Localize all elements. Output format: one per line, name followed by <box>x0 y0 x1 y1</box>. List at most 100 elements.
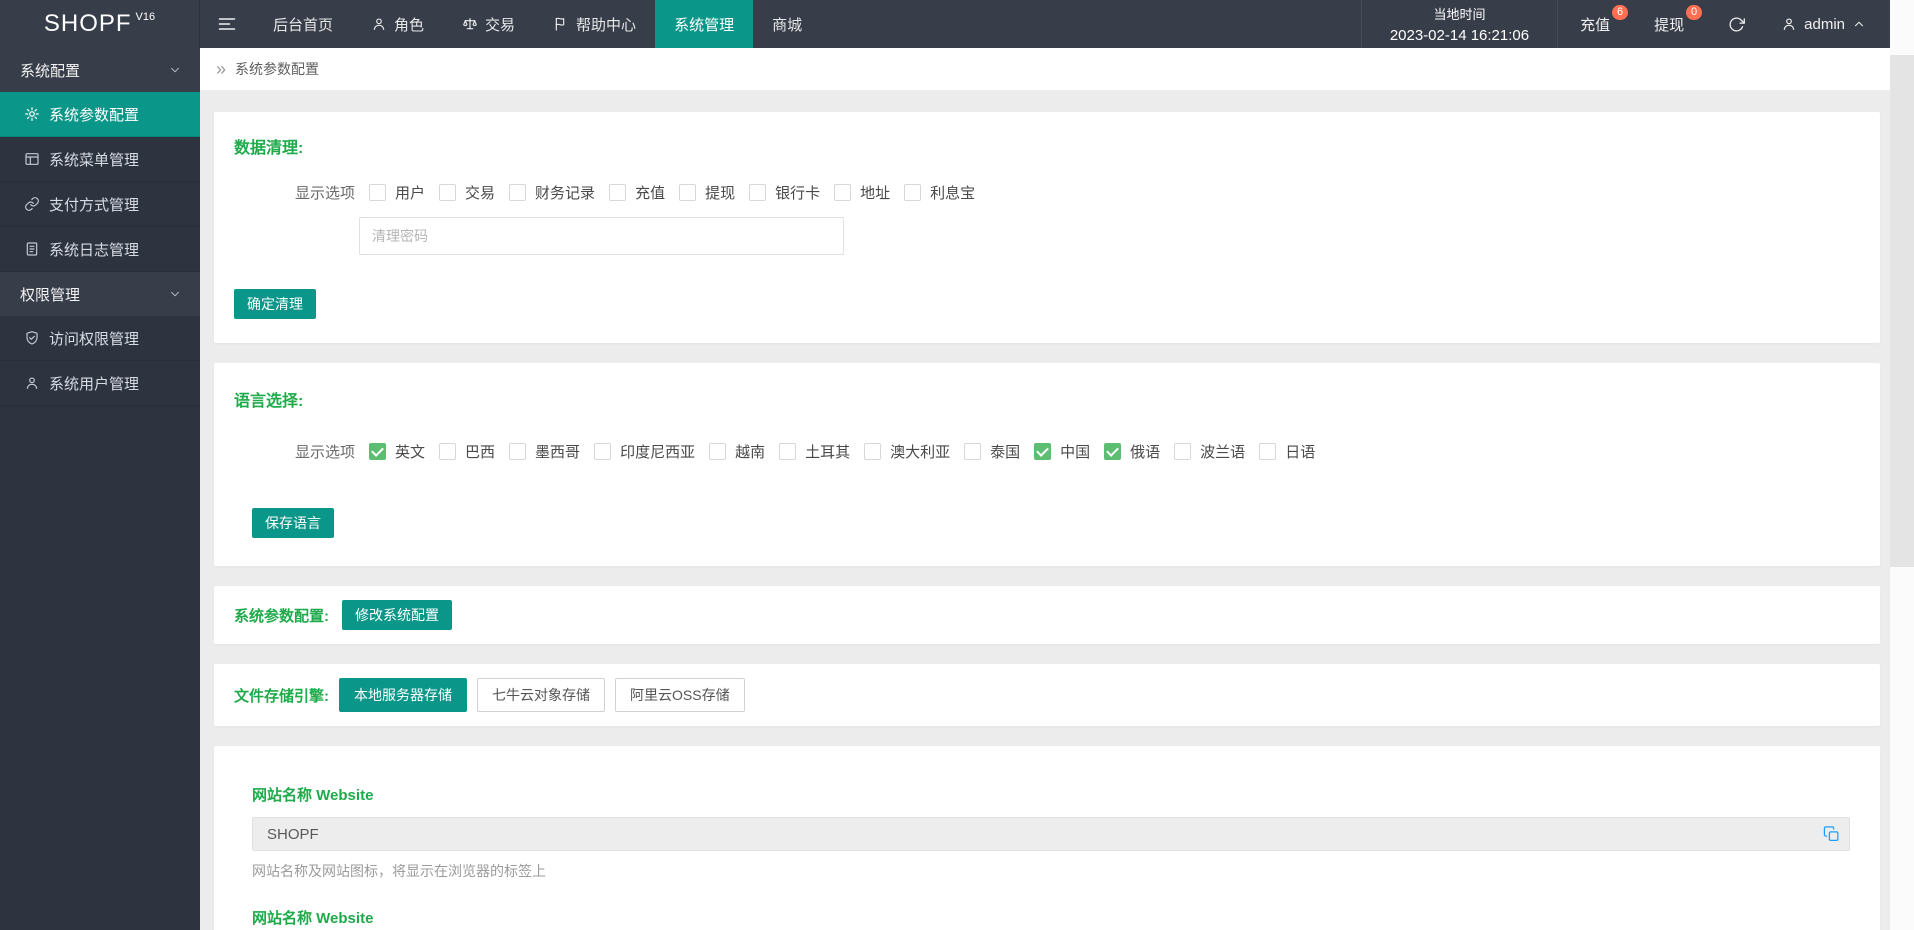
checkbox-label: 用户 <box>395 185 426 202</box>
checkbox[interactable] <box>964 443 982 460</box>
app-logo: SHOPF V16 <box>0 0 200 48</box>
website-name-input[interactable] <box>252 817 1850 851</box>
withdraw-badge: 0 <box>1686 5 1703 20</box>
checkbox-option: 日语 <box>1259 441 1315 462</box>
checkbox-label: 交易 <box>465 185 496 202</box>
data-cleanup-title: 数据清理: <box>234 140 304 157</box>
log-icon <box>24 241 40 257</box>
checkbox[interactable] <box>609 184 627 201</box>
checkbox[interactable] <box>1174 443 1192 460</box>
website-field-help: 网站名称及网站图标，将显示在浏览器的标签上 <box>252 863 546 879</box>
nav-item[interactable]: 交易 <box>443 0 534 48</box>
checkbox[interactable] <box>369 443 387 460</box>
sidebar-item[interactable]: 系统日志管理 <box>0 227 200 272</box>
nav-item-label: 商城 <box>772 16 803 34</box>
recharge-badge: 6 <box>1612 5 1629 20</box>
sidebar-item-label: 支付方式管理 <box>49 196 140 214</box>
checkbox-option: 波兰语 <box>1174 441 1245 462</box>
nav-item-label: 系统管理 <box>674 16 735 34</box>
storage-engine-button[interactable]: 阿里云OSS存储 <box>615 678 745 712</box>
refresh-button[interactable] <box>1706 0 1767 48</box>
nav-item[interactable]: 帮助中心 <box>534 0 655 48</box>
website-settings-card: 网站名称 Website 网站名称及网站图标，将显示在浏览器的标签上网站名称 We… <box>214 746 1880 930</box>
checkbox[interactable] <box>439 443 457 460</box>
nav-item[interactable]: 角色 <box>352 0 443 48</box>
checkbox-option: 巴西 <box>439 441 495 462</box>
checkbox-label: 印度尼西亚 <box>620 444 696 461</box>
top-nav: 后台首页 角色 交易 帮助中心 系统管理 商城 <box>254 0 821 48</box>
withdraw-label: 提现 <box>1654 16 1685 34</box>
checkbox[interactable] <box>1034 443 1052 460</box>
recharge-button[interactable]: 充值 6 <box>1558 0 1632 48</box>
checkbox-option: 俄语 <box>1104 441 1160 462</box>
website-field: 网站名称 Website <box>252 907 1850 930</box>
checkbox-label: 墨西哥 <box>535 444 581 461</box>
sidebar-item[interactable]: 访问权限管理 <box>0 316 200 361</box>
storage-engine-button[interactable]: 七牛云对象存储 <box>477 678 605 712</box>
cleanup-password-input[interactable] <box>359 217 844 255</box>
main-area: » 系统参数配置 数据清理: 显示选项 用户 交易 财务记录 充值 提现 银行卡 地址 利息宝… <box>200 48 1890 930</box>
sidebar-item[interactable]: 系统参数配置 <box>0 92 200 137</box>
sidebar-item-label: 系统参数配置 <box>49 106 140 124</box>
save-language-button[interactable]: 保存语言 <box>252 508 334 538</box>
chevron-down-icon <box>168 287 182 301</box>
breadcrumb-label: 系统参数配置 <box>235 61 320 77</box>
checkbox[interactable] <box>779 443 797 460</box>
sidebar-item-label: 访问权限管理 <box>49 330 140 348</box>
sidebar-item[interactable]: 支付方式管理 <box>0 182 200 227</box>
nav-item[interactable]: 系统管理 <box>655 0 754 48</box>
checkbox-option: 澳大利亚 <box>864 441 950 462</box>
copy-icon[interactable] <box>1823 826 1840 843</box>
checkbox[interactable] <box>709 443 727 460</box>
nav-item[interactable]: 商城 <box>753 0 821 48</box>
local-time-value: 2023-02-14 16:21:06 <box>1389 27 1530 44</box>
checkbox-label: 地址 <box>860 185 891 202</box>
checkbox[interactable] <box>749 184 767 201</box>
user-menu[interactable]: admin <box>1767 0 1890 48</box>
sidebar-item[interactable]: 系统菜单管理 <box>0 137 200 182</box>
withdraw-button[interactable]: 提现 0 <box>1632 0 1706 48</box>
nav-item-label: 交易 <box>485 16 516 34</box>
checkbox[interactable] <box>369 184 387 201</box>
website-field-label: 网站名称 Website <box>252 787 374 804</box>
display-options-label: 显示选项 <box>295 444 356 461</box>
header-spacer <box>821 0 1361 48</box>
checkbox-label: 土耳其 <box>805 444 851 461</box>
modify-system-config-button[interactable]: 修改系统配置 <box>342 600 452 630</box>
scrollbar-thumb[interactable] <box>1890 55 1914 567</box>
checkbox-option: 墨西哥 <box>509 441 580 462</box>
checkbox[interactable] <box>904 184 922 201</box>
sidebar-toggle-button[interactable] <box>200 0 254 48</box>
language-options-row: 显示选项 英文 巴西 墨西哥 印度尼西亚 越南 土耳其 澳大利亚 泰国 中国 俄语 波兰语 日语 <box>295 441 1860 462</box>
checkbox-option: 用户 <box>369 182 425 203</box>
storage-options: 本地服务器存储 七牛云对象存储 阿里云OSS存储 <box>329 678 745 712</box>
checkbox[interactable] <box>509 184 527 201</box>
checkbox[interactable] <box>1104 443 1122 460</box>
checkbox[interactable] <box>594 443 612 460</box>
checkbox-option: 利息宝 <box>904 182 975 203</box>
checkbox[interactable] <box>679 184 697 201</box>
menu-icon <box>24 151 40 167</box>
user-icon <box>1781 16 1797 32</box>
checkbox[interactable] <box>864 443 882 460</box>
local-time-block: 当地时间 2023-02-14 16:21:06 <box>1360 0 1559 48</box>
checkbox-label: 越南 <box>735 444 766 461</box>
checkbox[interactable] <box>834 184 852 201</box>
app-logo-version: V16 <box>135 11 156 23</box>
checkbox[interactable] <box>1259 443 1277 460</box>
scrollbar[interactable] <box>1890 0 1914 930</box>
username-label: admin <box>1804 15 1845 33</box>
sidebar-group-title[interactable]: 权限管理 <box>0 272 200 316</box>
checkbox-option: 越南 <box>709 441 765 462</box>
checkbox[interactable] <box>439 184 457 201</box>
system-config-label: 系统参数配置: <box>234 607 329 625</box>
checkbox-option: 充值 <box>609 182 665 203</box>
sidebar-group-title[interactable]: 系统配置 <box>0 48 200 92</box>
sidebar-item[interactable]: 系统用户管理 <box>0 361 200 406</box>
nav-item[interactable]: 后台首页 <box>254 0 352 48</box>
storage-engine-button[interactable]: 本地服务器存储 <box>339 678 467 712</box>
confirm-cleanup-button[interactable]: 确定清理 <box>234 289 316 319</box>
checkbox[interactable] <box>509 443 527 460</box>
language-select-title: 语言选择: <box>234 393 304 410</box>
shield-icon <box>24 330 40 346</box>
